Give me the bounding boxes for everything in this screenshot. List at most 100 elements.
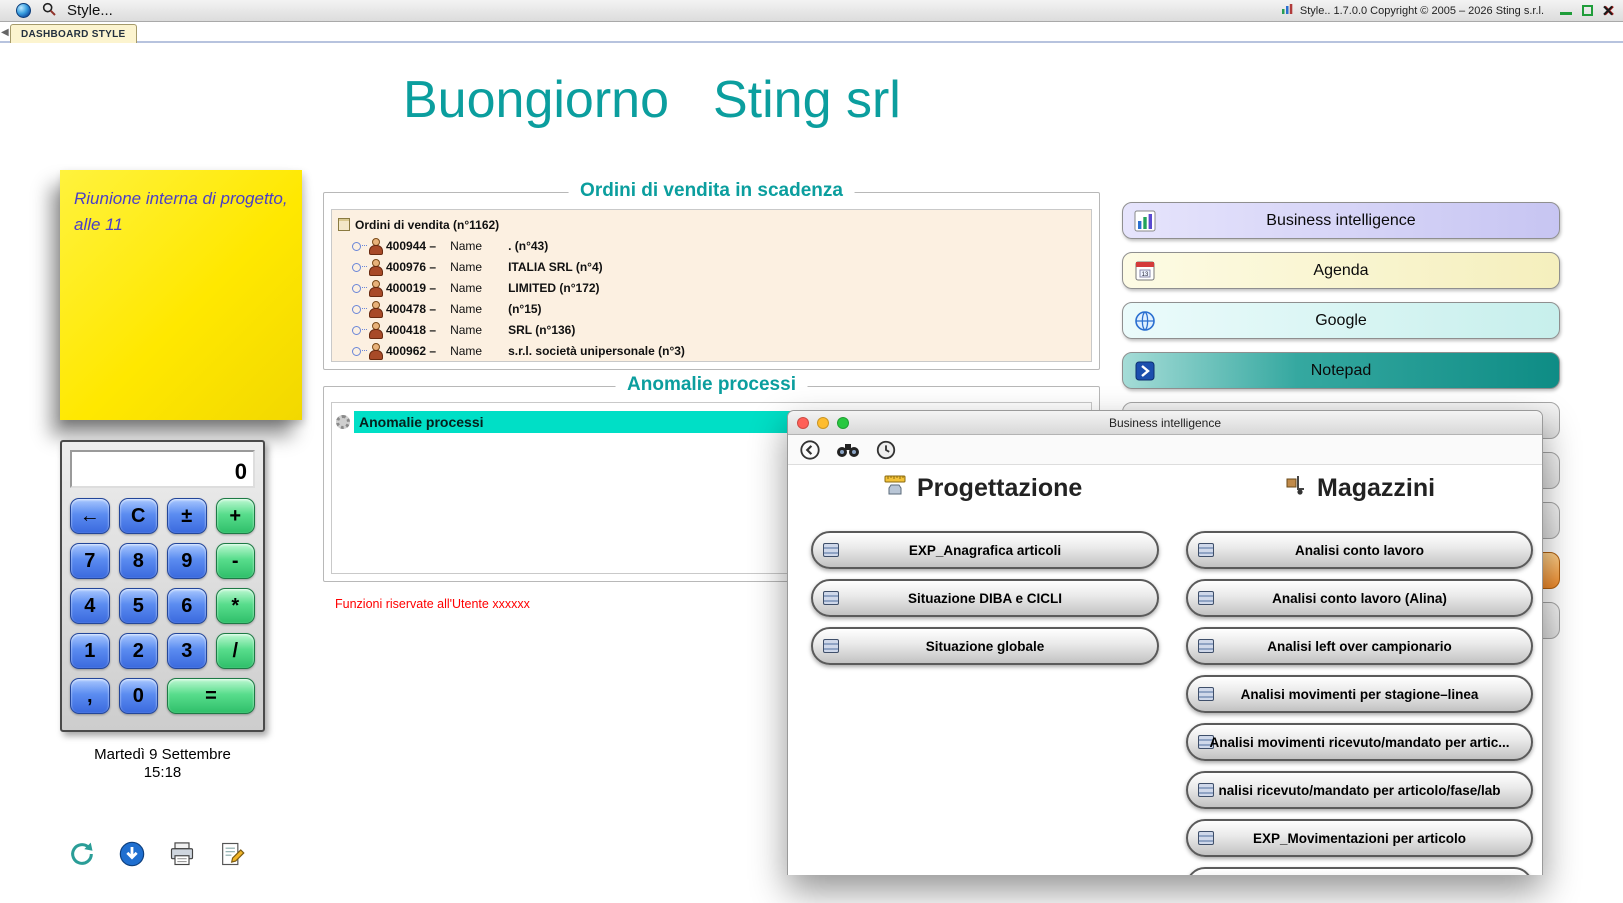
bi-titlebar[interactable]: Business intelligence	[788, 411, 1542, 435]
business-intelligence-window: Business intelligence Progettazione Maga…	[787, 410, 1543, 875]
bi-button-label: Analisi movimenti per stagione–linea	[1188, 677, 1531, 711]
refresh-icon[interactable]	[66, 838, 98, 870]
svg-text:13: 13	[1142, 272, 1149, 278]
key-1[interactable]: 1	[70, 633, 110, 669]
traffic-lights	[797, 417, 849, 429]
bi-button-situazione-diba-cicli[interactable]: Situazione DIBA e CICLI	[811, 579, 1159, 617]
key-minus[interactable]: -	[216, 543, 256, 579]
edit-note-icon[interactable]	[216, 838, 248, 870]
date-label: Martedì 9 Settembre	[60, 746, 265, 764]
search-icon[interactable]	[41, 1, 57, 20]
key-backspace[interactable]: ←	[70, 498, 110, 534]
sidebar-item-business-intelligence[interactable]: Business intelligence	[1122, 202, 1560, 239]
orders-tree[interactable]: Ordini di vendita (n°1162) 400944 – Name…	[331, 209, 1092, 362]
tab-dashboard-style[interactable]: DASHBOARD STYLE	[10, 24, 137, 43]
customer-icon	[368, 238, 382, 253]
minimize-window-button[interactable]	[817, 417, 829, 429]
key-6[interactable]: 6	[167, 588, 207, 624]
key-clear[interactable]: C	[119, 498, 159, 534]
gear-icon	[336, 415, 350, 429]
version-text: Style.. 1.7.0.0 Copyright © 2005 – 2026 …	[1300, 5, 1544, 17]
tree-branch-icon[interactable]	[351, 344, 367, 358]
order-row[interactable]: 400976 – Name ITALIA SRL (n°4)	[338, 256, 1085, 277]
close-button[interactable]: ✕	[1601, 4, 1615, 18]
download-icon[interactable]	[116, 838, 148, 870]
key-multiply[interactable]: *	[216, 588, 256, 624]
binoculars-icon[interactable]	[836, 438, 860, 462]
order-customer: Name	[450, 302, 482, 316]
key-8[interactable]: 8	[119, 543, 159, 579]
orders-list-icon	[338, 218, 350, 231]
key-5[interactable]: 5	[119, 588, 159, 624]
tree-branch-icon[interactable]	[351, 239, 367, 253]
section-magazzini: Magazzini	[1283, 473, 1435, 504]
key-9[interactable]: 9	[167, 543, 207, 579]
order-row[interactable]: 400962 – Name s.r.l. società unipersonal…	[338, 340, 1085, 361]
bi-button-analisi-ricevuto-mandato-fase-lab[interactable]: nalisi ricevuto/mandato per articolo/fas…	[1186, 771, 1533, 809]
quick-actions	[66, 838, 248, 870]
bi-button-exp-anagrafica-articoli[interactable]: EXP_Anagrafica articoli	[811, 531, 1159, 569]
bi-button-analisi-conto-lavoro-alina[interactable]: Analisi conto lavoro (Alina)	[1186, 579, 1533, 617]
key-divide[interactable]: /	[216, 633, 256, 669]
datetime-display: Martedì 9 Settembre 15:18	[60, 746, 265, 782]
key-2[interactable]: 2	[119, 633, 159, 669]
orders-root-label: Ordini di vendita (n°1162)	[355, 218, 499, 232]
order-row[interactable]: 400478 – Name (n°15)	[338, 298, 1085, 319]
tree-branch-icon[interactable]	[351, 302, 367, 316]
tab-bar: ◀ DASHBOARD STYLE	[0, 22, 1623, 43]
order-code: 400478 –	[386, 302, 436, 316]
bi-button-exp-movimentazioni-articolo[interactable]: EXP_Movimentazioni per articolo	[1186, 819, 1533, 857]
bi-button-label: Analisi conto lavoro (Alina)	[1188, 581, 1531, 615]
sidebar-item-label: Business intelligence	[1123, 212, 1559, 230]
order-code: 400944 –	[386, 239, 436, 253]
key-4[interactable]: 4	[70, 588, 110, 624]
app-title: Style...	[67, 2, 113, 19]
globe-icon[interactable]	[16, 3, 31, 18]
scroll-left-icon[interactable]: ◀	[1, 27, 9, 38]
bi-button-analisi-conto-lavoro[interactable]: Analisi conto lavoro	[1186, 531, 1533, 569]
sidebar-item-agenda[interactable]: 13 Agenda	[1122, 252, 1560, 289]
close-window-button[interactable]	[797, 417, 809, 429]
bi-toolbar	[788, 435, 1542, 465]
order-detail: LIMITED (n°172)	[508, 281, 599, 295]
minimize-button[interactable]	[1559, 4, 1573, 18]
order-row[interactable]: 400944 – Name . (n°43)	[338, 235, 1085, 256]
bi-button-label: Situazione globale	[813, 629, 1157, 663]
bi-button-situazione-globale[interactable]: Situazione globale	[811, 627, 1159, 665]
menu-bar: Style... Style.. 1.7.0.0 Copyright © 200…	[0, 0, 1623, 22]
customer-icon	[368, 280, 382, 295]
chart-icon	[1281, 3, 1293, 18]
key-equals[interactable]: =	[167, 678, 255, 714]
printer-icon[interactable]	[166, 838, 198, 870]
key-comma[interactable]: ,	[70, 678, 110, 714]
bi-button-partial[interactable]	[1186, 867, 1533, 875]
key-0[interactable]: 0	[119, 678, 159, 714]
zoom-window-button[interactable]	[837, 417, 849, 429]
order-row[interactable]: 400019 – Name LIMITED (n°172)	[338, 277, 1085, 298]
sidebar-item-google[interactable]: Google	[1122, 302, 1560, 339]
customer-icon	[368, 259, 382, 274]
maximize-button[interactable]	[1580, 4, 1594, 18]
key-3[interactable]: 3	[167, 633, 207, 669]
bi-button-analisi-movimenti-stagione-linea[interactable]: Analisi movimenti per stagione–linea	[1186, 675, 1533, 713]
key-plus[interactable]: +	[216, 498, 256, 534]
sidebar-item-notepad[interactable]: Notepad	[1122, 352, 1560, 389]
page-title: BuongiornoSting srl	[403, 70, 901, 130]
anomalies-title: Anomalie processi	[615, 374, 808, 396]
order-code: 400418 –	[386, 323, 436, 337]
orders-tree-root[interactable]: Ordini di vendita (n°1162)	[338, 214, 1085, 235]
clock-icon[interactable]	[874, 438, 898, 462]
key-7[interactable]: 7	[70, 543, 110, 579]
globe-icon	[1133, 309, 1157, 333]
key-plusminus[interactable]: ±	[167, 498, 207, 534]
app-window: Style... Style.. 1.7.0.0 Copyright © 200…	[0, 0, 1623, 903]
back-icon[interactable]	[798, 438, 822, 462]
order-row[interactable]: 400418 – Name SRL (n°136)	[338, 319, 1085, 340]
notepad-icon	[1133, 359, 1157, 383]
bi-button-analisi-movimenti-ricevuto-mandato[interactable]: Analisi movimenti ricevuto/mandato per a…	[1186, 723, 1533, 761]
bi-button-analisi-left-over[interactable]: Analisi left over campionario	[1186, 627, 1533, 665]
tree-branch-icon[interactable]	[351, 281, 367, 295]
tree-branch-icon[interactable]	[351, 323, 367, 337]
sticky-note[interactable]: Riunione interna di progetto, alle 11	[60, 170, 302, 420]
tree-branch-icon[interactable]	[351, 260, 367, 274]
